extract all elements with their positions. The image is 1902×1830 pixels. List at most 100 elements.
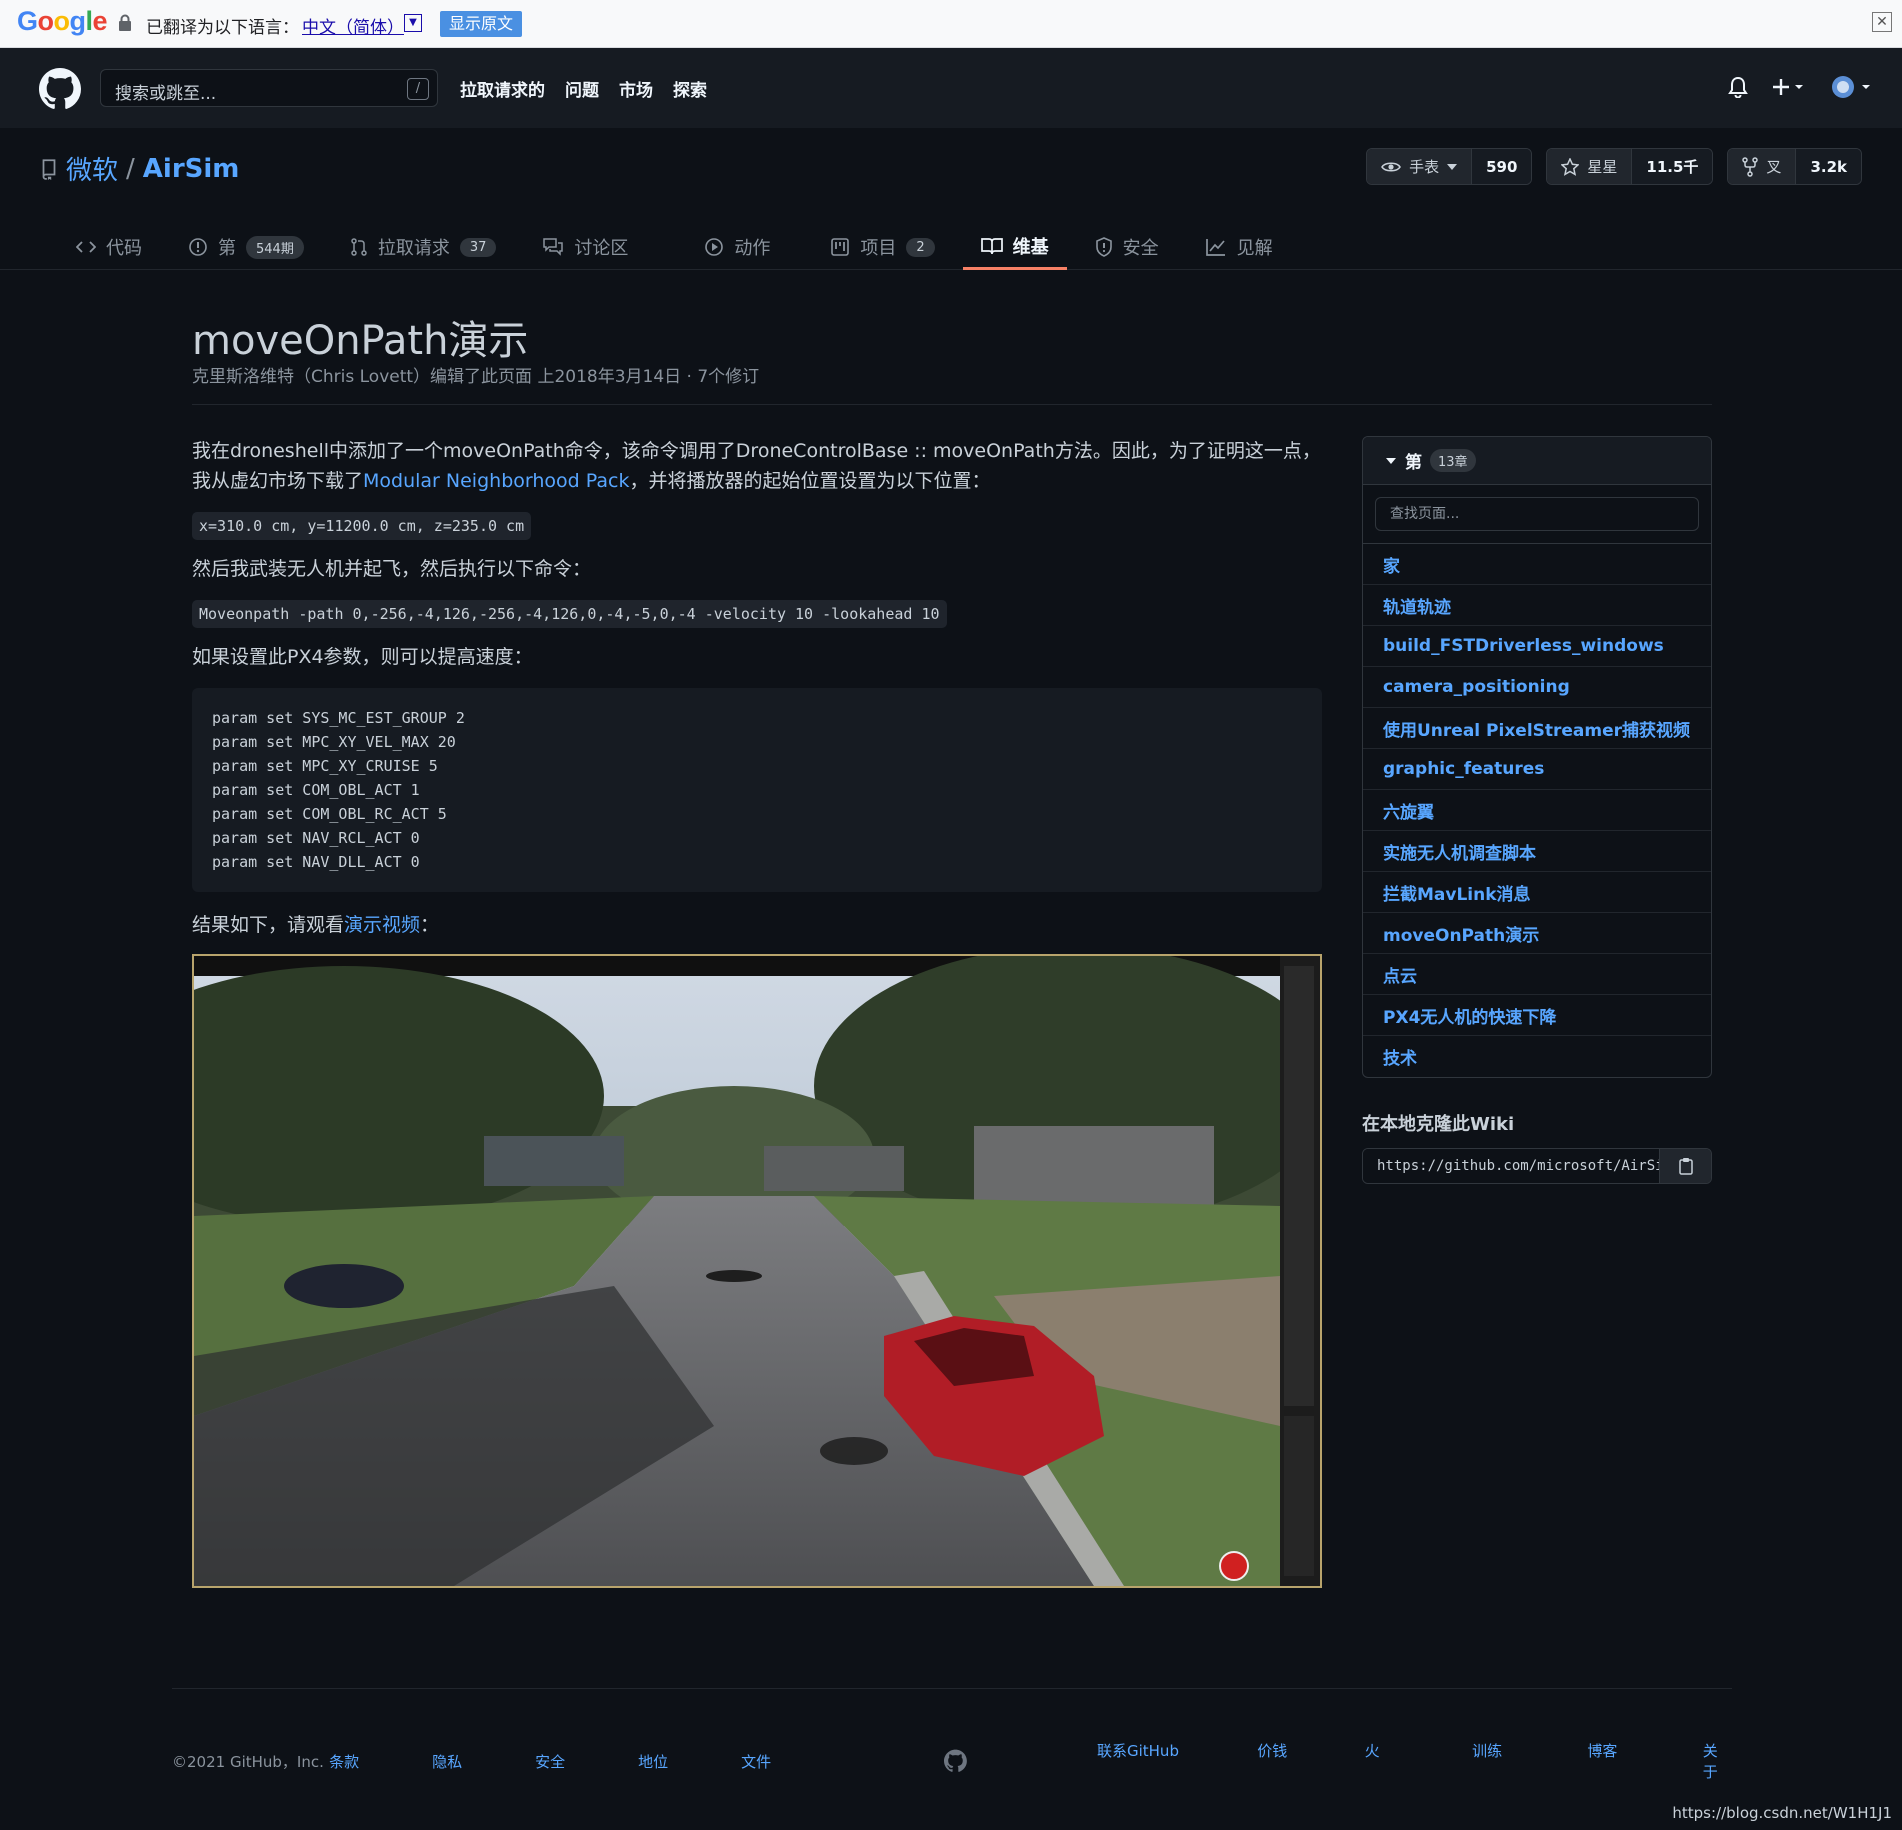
fork-button[interactable]: 叉 3.2k: [1727, 148, 1862, 185]
page-link[interactable]: graphic_features: [1363, 749, 1711, 790]
copy-button[interactable]: [1659, 1149, 1711, 1183]
footer-link-training[interactable]: 训练: [1472, 1740, 1587, 1782]
page-link[interactable]: 拦截MavLink消息: [1363, 872, 1711, 913]
tab-insights[interactable]: 见解: [1187, 224, 1291, 270]
tab-projects[interactable]: 项目 2: [812, 224, 952, 270]
page-link[interactable]: 技术: [1363, 1036, 1711, 1077]
footer-link-status[interactable]: 地位: [638, 1751, 741, 1772]
caret-down-icon: [1447, 163, 1458, 170]
demo-video-link[interactable]: 演示视频: [344, 914, 420, 936]
clone-title: 在本地克隆此Wiki: [1362, 1114, 1515, 1135]
github-footer-logo-icon[interactable]: [944, 1746, 967, 1776]
footer-link-about[interactable]: 关于: [1703, 1740, 1732, 1782]
nav-explore[interactable]: 探索: [673, 76, 707, 101]
tab-label: 第: [218, 238, 236, 259]
page-link[interactable]: build_FSTDriverless_windows: [1363, 626, 1711, 667]
divider: [192, 404, 1712, 405]
tab-label: 动作: [734, 238, 771, 259]
pages-search-input[interactable]: 查找页面...: [1375, 497, 1699, 531]
language-dropdown-icon[interactable]: ▼: [404, 14, 422, 32]
pages-list: 家 轨道轨迹 build_FSTDriverless_windows camer…: [1363, 544, 1711, 1077]
tab-pull-requests[interactable]: 拉取请求 37: [332, 224, 515, 270]
repo-icon: [42, 158, 56, 180]
nav-pull-requests[interactable]: 拉取请求的: [460, 76, 545, 101]
play-icon: [705, 238, 724, 256]
repo-title: 微软 / AirSim: [40, 150, 239, 187]
tab-count: 544期: [246, 235, 304, 259]
search-shortcut-key: /: [407, 78, 429, 100]
page-link[interactable]: camera_positioning: [1363, 667, 1711, 708]
copyright: ©2021 GitHub，Inc.: [172, 1752, 324, 1771]
fork-label-group: 叉: [1728, 149, 1796, 184]
footer-link-privacy[interactable]: 隐私: [432, 1751, 535, 1772]
show-original-button[interactable]: 显示原文: [440, 11, 523, 37]
footer-right-links: 联系GitHub 价钱 火 训练 博客 关于: [1097, 1740, 1732, 1782]
repo-name-link[interactable]: AirSim: [143, 154, 240, 184]
lock-icon: [119, 14, 131, 31]
footer-link-docs[interactable]: 文件: [741, 1751, 844, 1772]
clone-url-input[interactable]: https://github.com/microsoft/AirSim.wiki…: [1363, 1149, 1659, 1183]
tab-label: 安全: [1122, 238, 1159, 259]
tab-actions[interactable]: 动作: [686, 224, 788, 270]
nav-marketplace[interactable]: 市场: [619, 76, 653, 101]
page-link[interactable]: 实施无人机调查脚本: [1363, 831, 1711, 872]
footer-link-security[interactable]: 安全: [535, 1751, 638, 1772]
triangle-down-icon: [1386, 457, 1396, 464]
paragraph-4: 结果如下，请观看演示视频：: [192, 910, 1322, 940]
plus-dropdown-icon[interactable]: [1772, 77, 1806, 97]
clipboard-icon: [1678, 1158, 1693, 1175]
footer-link-terms[interactable]: 条款: [329, 1751, 432, 1772]
page-link[interactable]: 使用Unreal PixelStreamer捕获视频: [1363, 708, 1711, 749]
paragraph-text: ，并将播放器的起始位置设置为以下位置：: [629, 470, 991, 492]
star-button[interactable]: 星星 11.5千: [1546, 148, 1714, 185]
watch-button[interactable]: 手表 590: [1366, 148, 1533, 185]
watch-count[interactable]: 590: [1471, 149, 1532, 184]
pull-request-icon: [351, 238, 367, 256]
pages-toggle[interactable]: 第 13章: [1363, 437, 1711, 485]
footer-link-api[interactable]: 火: [1365, 1740, 1472, 1782]
modular-neighborhood-link[interactable]: Modular Neighborhood Pack: [363, 470, 629, 492]
translate-language-link[interactable]: 中文（简体）: [302, 13, 404, 38]
code-line: param set NAV_DLL_ACT 0: [212, 853, 420, 871]
google-logo: Google: [17, 6, 108, 36]
page-link[interactable]: 轨道轨迹: [1363, 585, 1711, 626]
tab-security[interactable]: 安全: [1077, 224, 1177, 270]
footer-link-blog[interactable]: 博客: [1587, 1740, 1702, 1782]
repo-owner-link[interactable]: 微软: [66, 150, 118, 187]
search-input[interactable]: 搜索或跳至... /: [100, 69, 438, 107]
demo-screenshot-image[interactable]: [84, 946, 1334, 1588]
bell-icon[interactable]: [1728, 76, 1748, 98]
tab-label: 代码: [106, 238, 142, 259]
github-logo-icon[interactable]: [39, 68, 81, 110]
repo-actions: 手表 590 星星 11.5千 叉 3.2k: [1366, 148, 1862, 185]
page-link[interactable]: PX4无人机的快速下降: [1363, 995, 1711, 1036]
pages-count: 13章: [1430, 449, 1476, 472]
page-link[interactable]: 六旋翼: [1363, 790, 1711, 831]
star-count[interactable]: 11.5千: [1631, 149, 1713, 184]
wiki-sidebar: 第 13章 查找页面... 家 轨道轨迹 build_FSTDriverless…: [1362, 436, 1712, 1184]
page-link[interactable]: 家: [1363, 544, 1711, 585]
footer-link-pricing[interactable]: 价钱: [1257, 1740, 1364, 1782]
tab-issues[interactable]: 第 544期: [170, 224, 322, 270]
search-placeholder: 搜索或跳至...: [115, 84, 217, 104]
footer-link-contact[interactable]: 联系GitHub: [1097, 1740, 1257, 1782]
watermark: https://blog.csdn.net/W1H1J1: [1672, 1804, 1892, 1822]
inline-code-command: Moveonpath -path 0,-256,-4,126,-256,-4,1…: [192, 600, 947, 628]
tab-count: 37: [459, 237, 497, 257]
page-link[interactable]: 点云: [1363, 954, 1711, 995]
close-icon[interactable]: ✕: [1872, 12, 1892, 32]
tab-label: 项目: [860, 238, 897, 259]
code-block: param set SYS_MC_EST_GROUP 2 param set M…: [192, 688, 1322, 892]
site-header: 搜索或跳至... / 拉取请求的 问题 市场 探索: [0, 48, 1902, 128]
star-label: 星星: [1587, 158, 1618, 176]
inline-code-start-position: x=310.0 cm, y=11200.0 cm, z=235.0 cm: [192, 512, 532, 540]
nav-issues[interactable]: 问题: [565, 76, 599, 101]
avatar-icon[interactable]: [1830, 74, 1872, 100]
pages-label: 第: [1405, 453, 1422, 473]
tab-code[interactable]: 代码: [58, 224, 160, 270]
tab-label: 见解: [1236, 238, 1273, 259]
page-link[interactable]: moveOnPath演示: [1363, 913, 1711, 954]
tab-wiki[interactable]: 维基: [962, 224, 1067, 270]
tab-discussions[interactable]: 讨论区: [524, 224, 646, 270]
fork-count[interactable]: 3.2k: [1795, 149, 1861, 184]
